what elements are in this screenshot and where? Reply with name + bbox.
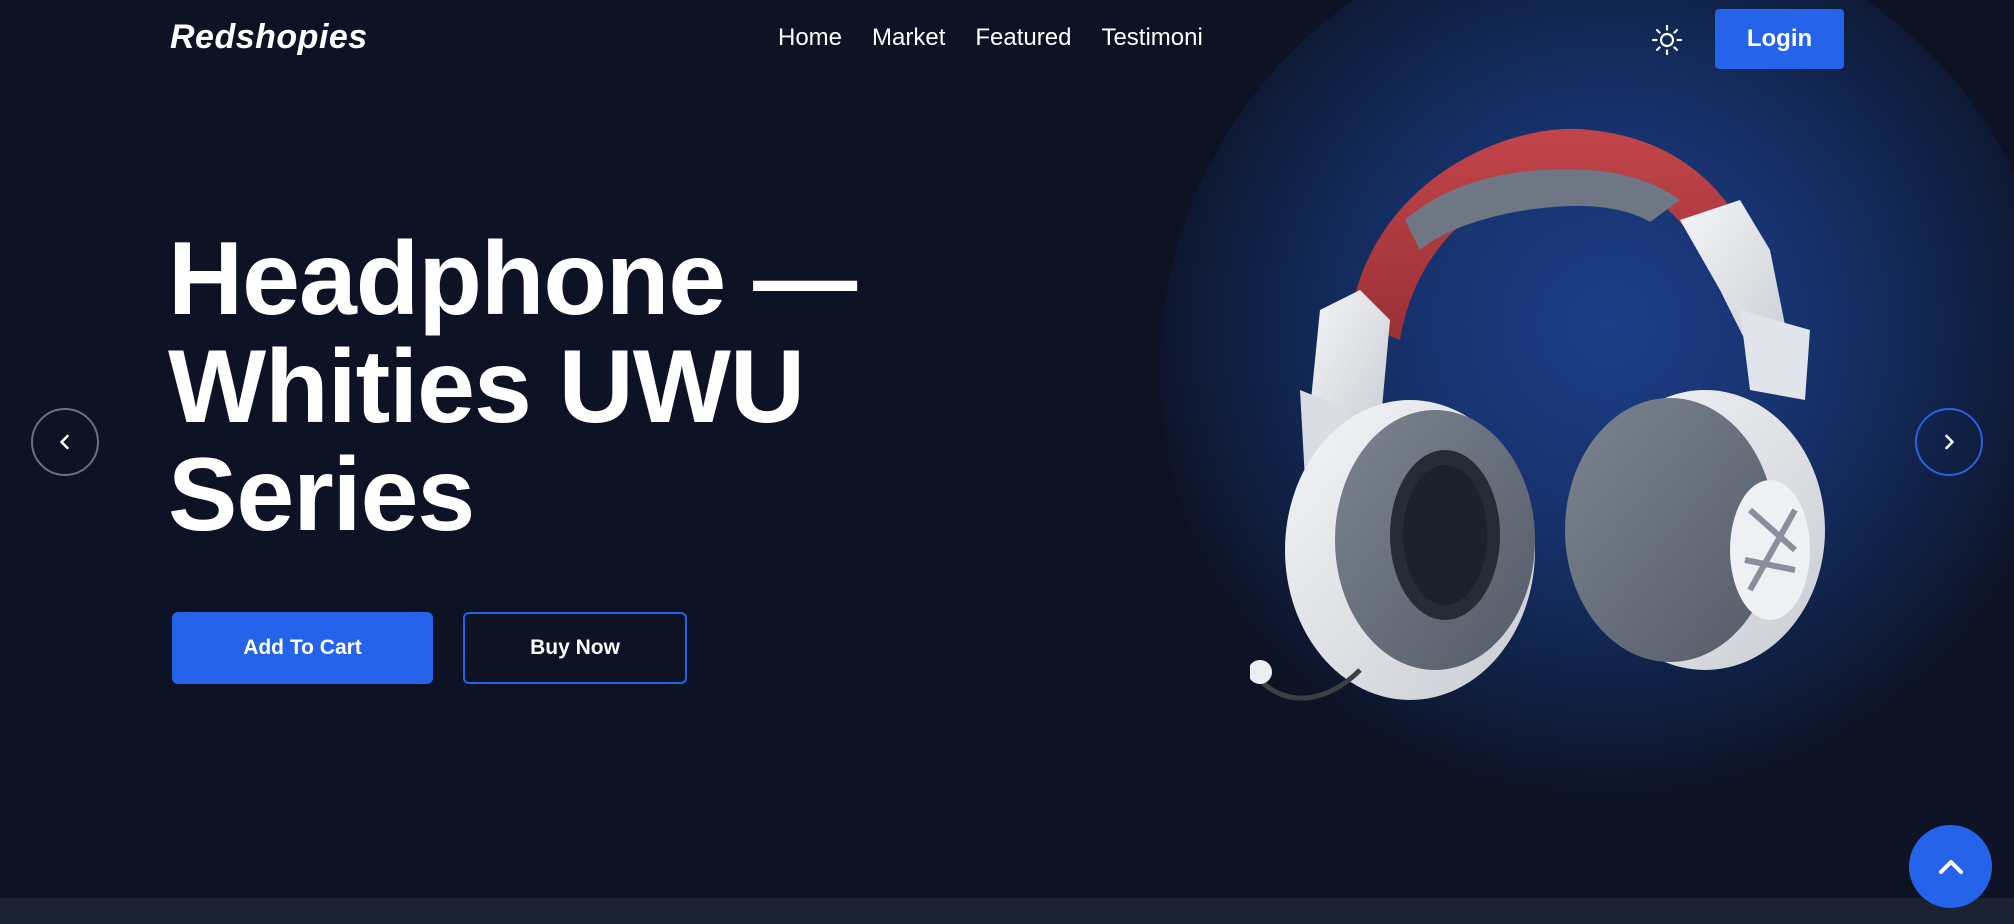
chevron-left-icon — [60, 434, 69, 450]
nav-testimoni[interactable]: Testimoni — [1101, 24, 1202, 52]
carousel-prev-button[interactable] — [31, 408, 99, 476]
hero-page: Redshopies Home Market Featured Testimon… — [0, 0, 2014, 924]
login-button[interactable]: Login — [1715, 9, 1844, 69]
nav-featured[interactable]: Featured — [975, 24, 1071, 52]
chevron-right-icon — [1945, 434, 1954, 450]
chevron-up-icon — [1938, 859, 1963, 874]
section-divider — [0, 898, 2014, 924]
nav-market[interactable]: Market — [872, 24, 945, 52]
scroll-to-top-button[interactable] — [1909, 825, 1992, 908]
add-to-cart-button[interactable]: Add To Cart — [172, 612, 433, 684]
nav-home[interactable]: Home — [778, 24, 842, 52]
hero-title-line-3: Series — [168, 437, 475, 553]
buy-now-button[interactable]: Buy Now — [463, 612, 687, 684]
hero-title-line-1: Headphone — — [168, 221, 857, 337]
theme-toggle-button[interactable] — [1648, 21, 1686, 59]
brand-logo[interactable]: Redshopies — [170, 18, 368, 57]
hero-title: Headphone — Whities UWU Series — [168, 225, 968, 549]
sun-icon — [1651, 24, 1683, 56]
headphone-product-image — [1250, 128, 1825, 701]
main-nav: Home Market Featured Testimoni — [778, 24, 1203, 52]
carousel-next-button[interactable] — [1915, 408, 1983, 476]
hero-title-line-2: Whities UWU — [168, 329, 805, 445]
